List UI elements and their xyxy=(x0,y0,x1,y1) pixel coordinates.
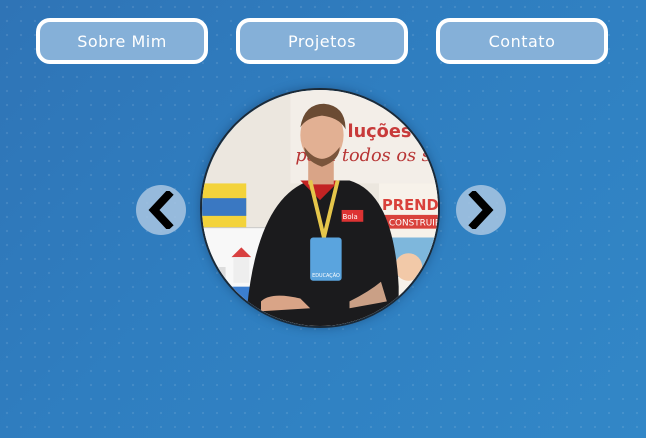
banner-text-4: CONSTRUIR xyxy=(389,219,438,229)
shirt-logo: Bola xyxy=(343,213,358,221)
badge-text: EDUCAÇÃO xyxy=(312,272,340,279)
photo-carousel: luções d para todos os s PRENDER CONSTRU… xyxy=(0,0,646,438)
banner-text-1: luções d xyxy=(348,122,431,142)
chevron-left-icon xyxy=(148,191,174,229)
profile-photo: luções d para todos os s PRENDER CONSTRU… xyxy=(200,88,440,328)
banner-text-3: PRENDER xyxy=(382,197,438,214)
chevron-right-icon xyxy=(468,191,494,229)
carousel-prev-button[interactable] xyxy=(136,185,186,235)
carousel-next-button[interactable] xyxy=(456,185,506,235)
